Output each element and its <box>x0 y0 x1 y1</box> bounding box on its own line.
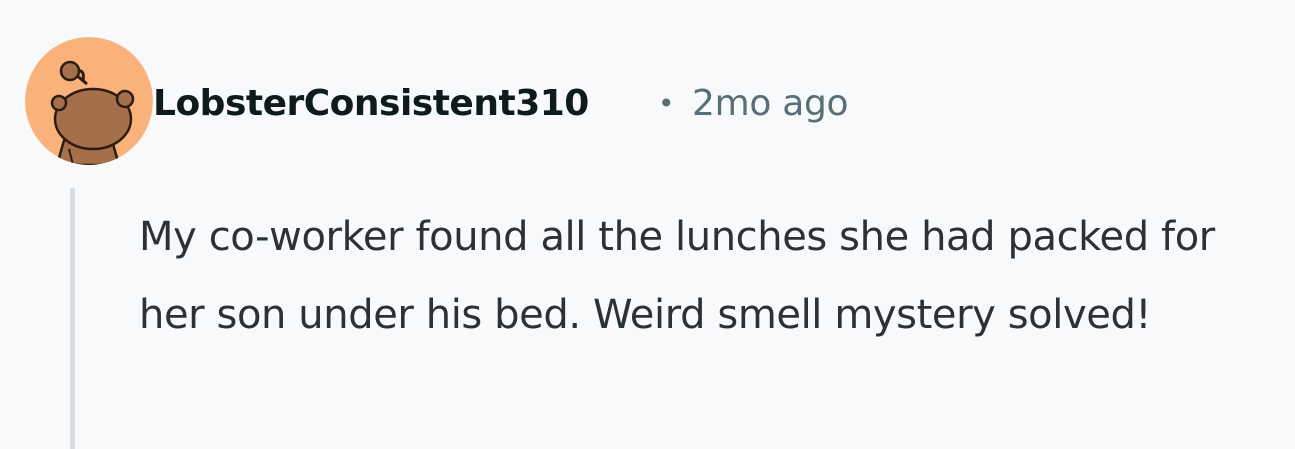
comment-timestamp[interactable]: 2mo ago <box>692 79 849 129</box>
thread-line[interactable] <box>70 188 75 449</box>
comment-body: My co-worker found all the lunches she h… <box>139 214 1215 338</box>
comment-author[interactable]: LobsterConsistent310 <box>153 79 589 129</box>
comment: LobsterConsistent310 • 2mo ago My co-wor… <box>0 0 1295 449</box>
snoo-avatar-icon <box>25 37 153 165</box>
user-avatar[interactable] <box>25 37 153 165</box>
meta-separator: • <box>658 87 675 120</box>
